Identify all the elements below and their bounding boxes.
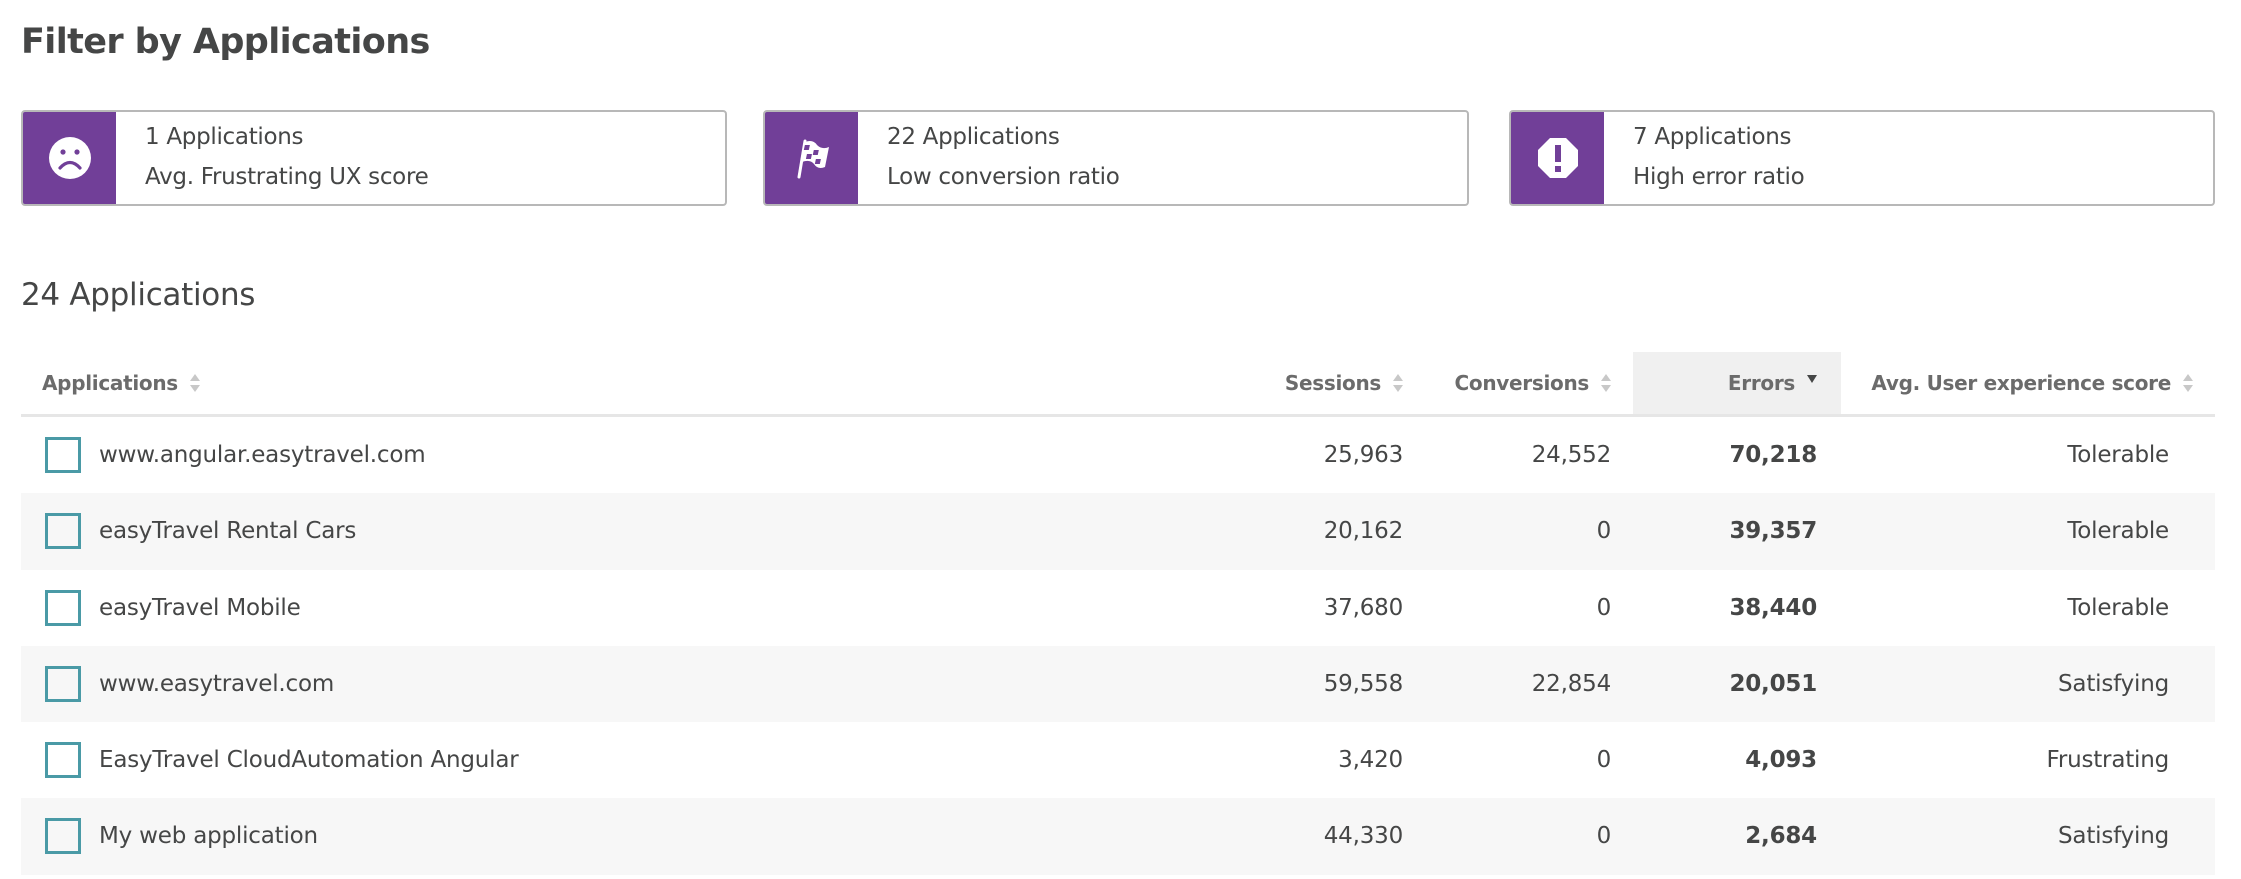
application-name[interactable]: easyTravel Rental Cars [99, 493, 356, 569]
errors-value: 39,357 [1729, 518, 1817, 545]
card-description: Low conversion ratio [887, 164, 1120, 190]
row-checkbox[interactable] [45, 818, 81, 855]
column-header-applications[interactable]: Applications [42, 352, 200, 414]
sort-icon [189, 374, 200, 392]
table-row[interactable]: easyTravel Mobile 37,680 0 38,440 Tolera… [21, 570, 2215, 646]
conversions-value: 0 [1596, 594, 1612, 621]
column-label: Sessions [1284, 371, 1381, 395]
table-row[interactable]: EasyTravel CloudAutomation Angular 3,420… [21, 722, 2215, 798]
errors-value: 20,051 [1729, 670, 1817, 697]
table-row[interactable]: www.angular.easytravel.com 25,963 24,552… [21, 417, 2215, 493]
applications-table: Applications Sessions Conversions Errors… [21, 352, 2215, 875]
error-octagon-icon [1537, 138, 1578, 178]
application-name[interactable]: www.easytravel.com [99, 646, 334, 722]
conversions-value: 24,552 [1531, 442, 1611, 468]
column-header-ux-score[interactable]: Avg. User experience score [1871, 352, 2193, 414]
card-icon-panel [23, 112, 116, 204]
sort-icon [1601, 374, 1611, 392]
column-label: Avg. User experience score [1871, 371, 2171, 395]
table-row[interactable]: www.easytravel.com 59,558 22,854 20,051 … [21, 645, 2215, 723]
card-description: High error ratio [1633, 164, 1805, 190]
frown-face-icon [48, 137, 91, 179]
table-row[interactable]: My web application 44,330 0 2,684 Satisf… [21, 798, 2215, 875]
sort-icon [1393, 374, 1403, 392]
page-title: Filter by Applications [21, 22, 430, 62]
ux-score-value: Satisfying [2058, 670, 2169, 697]
column-label: Errors [1727, 371, 1795, 395]
conversions-value: 22,854 [1531, 670, 1611, 697]
filter-card-frustrating-ux[interactable]: 1 Applications Avg. Frustrating UX score [21, 110, 727, 206]
applications-count-title: 24 Applications [21, 277, 256, 313]
table-header: Applications Sessions Conversions Errors… [21, 352, 2215, 417]
errors-value: 70,218 [1729, 442, 1817, 468]
ux-score-value: Frustrating [2046, 747, 2169, 774]
card-count: 22 Applications [887, 124, 1060, 150]
column-header-conversions[interactable]: Conversions [1455, 352, 1611, 414]
sessions-value: 3,420 [1338, 747, 1403, 774]
card-description: Avg. Frustrating UX score [145, 164, 429, 190]
column-header-sessions[interactable]: Sessions [1285, 352, 1403, 414]
errors-value: 4,093 [1745, 747, 1817, 774]
application-name[interactable]: www.angular.easytravel.com [99, 417, 426, 493]
card-count: 7 Applications [1633, 124, 1792, 150]
filter-card-low-conversion[interactable]: 22 Applications Low conversion ratio [763, 110, 1469, 206]
application-name[interactable]: easyTravel Mobile [99, 570, 301, 646]
conversions-value: 0 [1596, 518, 1612, 545]
row-checkbox[interactable] [45, 589, 81, 626]
card-count: 1 Applications [145, 124, 304, 150]
sessions-value: 37,680 [1323, 594, 1403, 621]
sessions-value: 25,963 [1323, 442, 1403, 468]
sort-icon [2183, 374, 2193, 392]
conversions-value: 0 [1596, 823, 1612, 850]
ux-score-value: Tolerable [2067, 594, 2169, 621]
conversions-value: 0 [1596, 747, 1612, 774]
sessions-value: 59,558 [1323, 670, 1403, 697]
filter-card-high-error[interactable]: 7 Applications High error ratio [1509, 110, 2215, 206]
ux-score-value: Tolerable [2067, 442, 2169, 468]
checkered-flag-icon [797, 139, 829, 179]
row-checkbox[interactable] [45, 665, 81, 702]
ux-score-value: Satisfying [2058, 823, 2169, 850]
column-label: Applications [42, 371, 178, 395]
row-checkbox[interactable] [45, 513, 81, 550]
sessions-value: 20,162 [1323, 518, 1403, 545]
sort-descending-icon [1807, 375, 1817, 383]
errors-value: 38,440 [1729, 594, 1817, 621]
column-label: Conversions [1454, 371, 1590, 395]
application-name[interactable]: EasyTravel CloudAutomation Angular [99, 722, 519, 798]
table-row[interactable]: easyTravel Rental Cars 20,162 0 39,357 T… [21, 493, 2215, 570]
column-header-errors[interactable]: Errors [1633, 352, 1841, 414]
ux-score-value: Tolerable [2067, 518, 2169, 545]
card-icon-panel [765, 112, 858, 204]
card-icon-panel [1511, 112, 1604, 204]
application-name[interactable]: My web application [99, 798, 318, 874]
sessions-value: 44,330 [1323, 823, 1403, 850]
row-checkbox[interactable] [45, 742, 81, 779]
errors-value: 2,684 [1745, 823, 1817, 850]
row-checkbox[interactable] [45, 437, 81, 473]
